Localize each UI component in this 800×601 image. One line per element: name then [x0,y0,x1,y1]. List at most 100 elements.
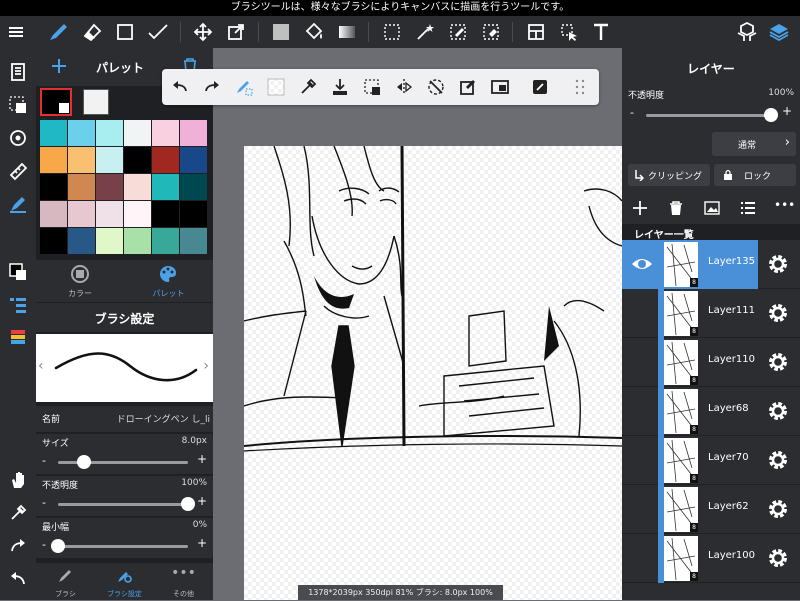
palette-swatch[interactable] [180,147,207,173]
layer-settings-gear-icon[interactable] [766,350,790,374]
layer-settings-gear-icon[interactable] [766,252,790,276]
palette-swatch[interactable] [124,120,151,146]
layer-row[interactable]: 8 Layer135 [622,240,800,289]
edit-selection-icon[interactable] [456,75,480,99]
layers-toggle-icon[interactable] [767,20,791,44]
tab-palette[interactable]: パレット [124,260,213,302]
palette-swatch[interactable] [68,174,95,200]
transparent-color-icon[interactable] [264,75,288,99]
layer-settings-gear-icon[interactable] [766,448,790,472]
layer-settings-gear-icon[interactable] [766,546,790,570]
size-minus-button[interactable]: - [42,454,46,467]
palette-swatch[interactable] [180,201,207,227]
toolbar-grip-icon[interactable] [568,75,592,99]
opacity-slider-knob[interactable] [181,497,195,511]
materials-icon[interactable] [735,20,759,44]
undo-icon[interactable] [6,567,30,591]
brush-name-row[interactable]: 名前 ドローイングペン し_li [36,406,213,432]
tab-brush[interactable]: ブラシ [36,563,95,601]
palette-swatch[interactable] [40,174,67,200]
opacity-slider[interactable] [58,503,188,506]
transparent-color-swatch[interactable] [83,89,109,115]
brush-tool-icon[interactable] [46,20,70,44]
palette-color-icon[interactable] [6,326,30,350]
fill-color-icon[interactable] [269,20,293,44]
add-palette-icon[interactable] [50,57,68,79]
palette-swatch[interactable] [96,228,123,254]
palette-swatch[interactable] [152,147,179,173]
layer-settings-gear-icon[interactable] [766,399,790,423]
palette-swatch[interactable] [68,120,95,146]
color-swatch-icon[interactable] [6,260,30,284]
palette-swatch[interactable] [96,120,123,146]
layer-opacity-knob[interactable] [764,108,778,122]
tab-brush-settings[interactable]: ブラシ設定 [95,563,154,601]
layer-merge-down-icon[interactable] [328,75,352,99]
snap-icon[interactable] [6,126,30,150]
screen-fit-icon[interactable] [488,75,512,99]
stabilizer-icon[interactable] [6,192,30,216]
palette-swatch[interactable] [152,228,179,254]
palette-swatch[interactable] [152,201,179,227]
min-width-slider[interactable] [58,545,188,548]
layer-row[interactable]: 8 Layer111 [622,289,800,338]
select-pen-icon[interactable] [446,20,470,44]
canvas-area[interactable] [213,48,622,600]
min-width-minus-button[interactable]: - [42,538,46,551]
hand-icon[interactable] [6,468,30,492]
size-slider-knob[interactable] [77,455,91,469]
flip-horizontal-icon[interactable] [392,75,416,99]
layer-list-view-icon[interactable] [740,200,756,220]
min-width-slider-knob[interactable] [51,539,65,553]
size-plus-button[interactable]: + [197,452,207,466]
palette-swatch[interactable] [180,174,207,200]
brush-eraser-toggle-icon[interactable] [232,75,256,99]
select-rect-icon[interactable] [113,20,137,44]
artwork-canvas[interactable] [244,146,622,600]
layer-more-icon[interactable]: ••• [774,198,795,212]
opacity-plus-button[interactable]: + [197,494,207,508]
main-color-swatch[interactable] [40,88,72,116]
layer-opacity-plus-button[interactable]: + [782,104,792,118]
palette-swatch[interactable] [152,120,179,146]
layer-row[interactable]: 8 Layer100 [622,534,800,583]
tab-color[interactable]: カラー [36,260,124,302]
redo-icon[interactable] [6,534,30,558]
layer-opacity-minus-button[interactable]: - [630,106,634,119]
palette-swatch[interactable] [180,120,207,146]
lock-button[interactable]: ロック [714,164,796,186]
move-icon[interactable] [191,20,215,44]
eye-visibility-icon[interactable] [630,254,654,278]
palette-swatch[interactable] [40,228,67,254]
magic-wand-icon[interactable] [413,20,437,44]
palette-swatch[interactable] [124,201,151,227]
eyedropper-icon[interactable] [6,501,30,525]
selection-layer-icon[interactable] [6,93,30,117]
palette-swatch[interactable] [40,147,67,173]
palette-swatch[interactable] [68,147,95,173]
layer-settings-gear-icon[interactable] [766,301,790,325]
ruler-icon[interactable] [6,159,30,183]
palette-swatch[interactable] [180,228,207,254]
eyedropper-quick-icon[interactable] [296,75,320,99]
select-eraser-icon[interactable] [479,20,503,44]
layer-row[interactable]: 8 Layer68 [622,387,800,436]
palette-swatch[interactable] [124,174,151,200]
layer-row[interactable]: 8 Layer110 [622,338,800,387]
lasso-select-icon[interactable] [380,20,404,44]
redo-button-icon[interactable] [200,75,224,99]
palette-swatch[interactable] [68,201,95,227]
layer-settings-gear-icon[interactable] [766,497,790,521]
palette-swatch[interactable] [152,174,179,200]
frame-divide-icon[interactable] [524,20,548,44]
rotate-lock-icon[interactable] [424,75,448,99]
prev-brush-icon[interactable]: ‹ [38,358,44,374]
blend-mode-select[interactable]: 通常 › [712,132,796,156]
document-icon[interactable] [6,60,30,84]
tab-other[interactable]: ••• その他 [154,563,213,601]
palette-swatch[interactable] [68,228,95,254]
layer-opacity-slider[interactable] [646,114,776,117]
opacity-minus-button[interactable]: - [42,496,46,509]
layer-row[interactable]: 8 Layer62 [622,485,800,534]
delete-layer-icon[interactable] [668,200,684,220]
